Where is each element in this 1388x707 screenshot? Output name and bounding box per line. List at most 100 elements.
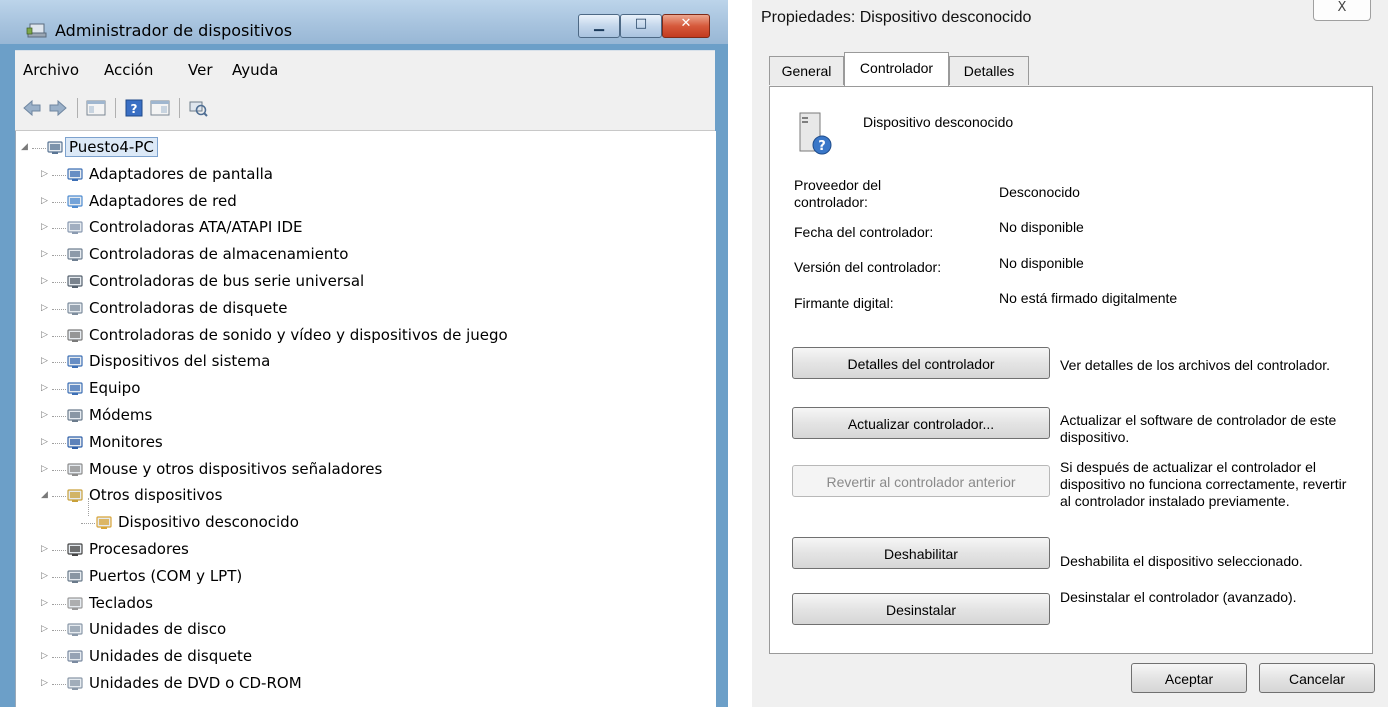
field-value-version: No disponible [999, 255, 1084, 271]
tree-item-label: Mouse y otros dispositivos señaladores [89, 459, 383, 478]
tree-connector [52, 684, 66, 685]
svg-text:?: ? [818, 139, 826, 154]
tree-connector [52, 550, 66, 551]
expand-arrow-icon[interactable]: ▷ [41, 464, 51, 474]
expand-arrow-icon[interactable]: ▷ [41, 598, 51, 608]
help-icon[interactable]: ? [123, 97, 145, 119]
other-devices-icon [66, 487, 84, 504]
device-manager-icon [26, 23, 47, 38]
driver-details-button[interactable]: Detalles del controlador [792, 347, 1050, 379]
tree-connector [52, 630, 66, 632]
title-bar[interactable]: Administrador de dispositivos ▁ □ ✕ [0, 0, 728, 44]
expand-arrow-icon[interactable]: ▷ [41, 169, 51, 179]
collapse-arrow-icon[interactable]: ◢ [41, 490, 51, 500]
expand-arrow-icon[interactable]: ▷ [41, 249, 51, 259]
tree-item-label: Puertos (COM y LPT) [89, 566, 243, 585]
tree-connector [52, 228, 66, 230]
field-label-date: Fecha del controlador: [794, 224, 934, 240]
menu-accion[interactable]: Acción [104, 61, 153, 79]
rollback-driver-button[interactable]: Revertir al controlador anterior [792, 465, 1050, 497]
storage-controller-icon [66, 246, 84, 263]
expand-arrow-icon[interactable]: ▷ [41, 196, 51, 206]
tree-connector [52, 201, 66, 203]
tree-item-label: Controladoras de almacenamiento [89, 245, 349, 264]
field-label-provider: Proveedor del controlador: [794, 177, 882, 210]
tab-detalles[interactable]: Detalles [949, 56, 1029, 85]
keyboard-icon [66, 595, 84, 612]
window-title: Administrador de dispositivos [55, 21, 293, 40]
tree-connector [52, 255, 66, 257]
close-button[interactable]: ✕ [662, 14, 710, 38]
disable-device-button[interactable]: Deshabilitar [792, 537, 1050, 569]
tree-item-label: Teclados [89, 593, 153, 612]
disable-device-description: Deshabilita el dispositivo seleccionado. [1060, 553, 1303, 569]
device-manager-window: Administrador de dispositivos ▁ □ ✕ Arch… [0, 0, 728, 707]
tree-item-label: Procesadores [89, 540, 189, 558]
minimize-button[interactable]: ▁ [578, 14, 620, 38]
toolbar-separator [115, 98, 116, 118]
update-driver-description: Actualizar el software de controlador de… [1060, 412, 1337, 445]
expand-arrow-icon[interactable]: ▷ [41, 624, 51, 634]
menu-ayuda[interactable]: Ayuda [232, 61, 278, 79]
ide-controller-icon [66, 219, 84, 236]
close-icon: ✕ [680, 16, 692, 31]
monitor-icon [66, 434, 84, 451]
floppy-controller-icon [66, 300, 84, 317]
tree-connector [52, 576, 66, 578]
field-value-date: No disponible [999, 219, 1084, 235]
menu-ver[interactable]: Ver [188, 61, 213, 79]
tree-connector [52, 442, 66, 444]
console-tree-icon[interactable] [85, 97, 107, 119]
tab-controlador[interactable]: Controlador [844, 52, 949, 86]
expand-arrow-icon[interactable]: ▷ [41, 678, 51, 688]
expand-arrow-icon[interactable]: ▷ [41, 222, 51, 232]
expand-arrow-icon[interactable]: ▷ [41, 571, 51, 581]
expand-arrow-icon[interactable]: ▷ [41, 651, 51, 661]
computer-root-icon [46, 139, 64, 156]
uninstall-button[interactable]: Desinstalar [792, 593, 1050, 625]
back-arrow-icon[interactable] [21, 97, 43, 119]
expand-arrow-icon[interactable]: ▷ [41, 356, 51, 366]
forward-arrow-icon[interactable] [47, 97, 69, 119]
expand-arrow-icon[interactable]: ▷ [41, 330, 51, 340]
tree-item-label: Unidades de DVD o CD-ROM [89, 674, 302, 692]
maximize-button[interactable]: □ [620, 14, 662, 38]
tree-connector [52, 282, 66, 283]
tree-item-label: Equipo [89, 379, 141, 398]
ok-button[interactable]: Aceptar [1131, 663, 1247, 693]
driver-details-description: Ver detalles de los archivos del control… [1060, 357, 1331, 373]
maximize-icon: □ [634, 16, 648, 31]
toolbar: ? [15, 88, 715, 131]
uninstall-description: Desinstalar el controlador (avanzado). [1060, 589, 1297, 605]
dialog-title: Propiedades: Dispositivo desconocido [761, 9, 1032, 26]
update-driver-button[interactable]: Actualizar controlador... [792, 407, 1050, 439]
expand-arrow-icon[interactable]: ▷ [41, 276, 51, 286]
dialog-close-button[interactable]: X [1313, 0, 1371, 21]
menu-archivo[interactable]: Archivo [23, 61, 79, 79]
window-controls: ▁ □ ✕ [578, 14, 711, 38]
expand-arrow-icon[interactable]: ▷ [41, 303, 51, 313]
tree-item-label: Controladoras de sonido y vídeo y dispos… [89, 325, 508, 344]
collapse-arrow-icon[interactable]: ◢ [21, 142, 31, 152]
expand-arrow-icon[interactable]: ▷ [41, 544, 51, 554]
expand-arrow-icon[interactable]: ▷ [41, 383, 51, 393]
cancel-button[interactable]: Cancelar [1259, 663, 1375, 693]
properties-icon[interactable] [149, 97, 171, 119]
expand-arrow-icon[interactable]: ▷ [41, 437, 51, 447]
network-adapter-icon [66, 193, 84, 210]
tree-connector [52, 416, 66, 417]
device-name: Dispositivo desconocido [863, 114, 1014, 130]
scan-hardware-icon[interactable] [187, 97, 209, 119]
tree-connector [52, 335, 66, 337]
tab-general[interactable]: General [769, 56, 844, 85]
device-tree: ◢ Puesto4-PC ▷ Adaptadores de pantalla ▷ Adap… [15, 131, 716, 707]
field-label-version: Versión del controlador: [794, 259, 942, 275]
tree-connector [52, 469, 66, 471]
tree-connector [52, 389, 66, 391]
tree-connector [52, 362, 66, 364]
floppy-drive-icon [66, 648, 84, 665]
expand-arrow-icon[interactable]: ▷ [41, 410, 51, 420]
tree-connector [52, 496, 66, 498]
ports-icon [66, 568, 84, 585]
properties-dialog: Propiedades: Dispositivo desconocido X G… [752, 0, 1388, 707]
